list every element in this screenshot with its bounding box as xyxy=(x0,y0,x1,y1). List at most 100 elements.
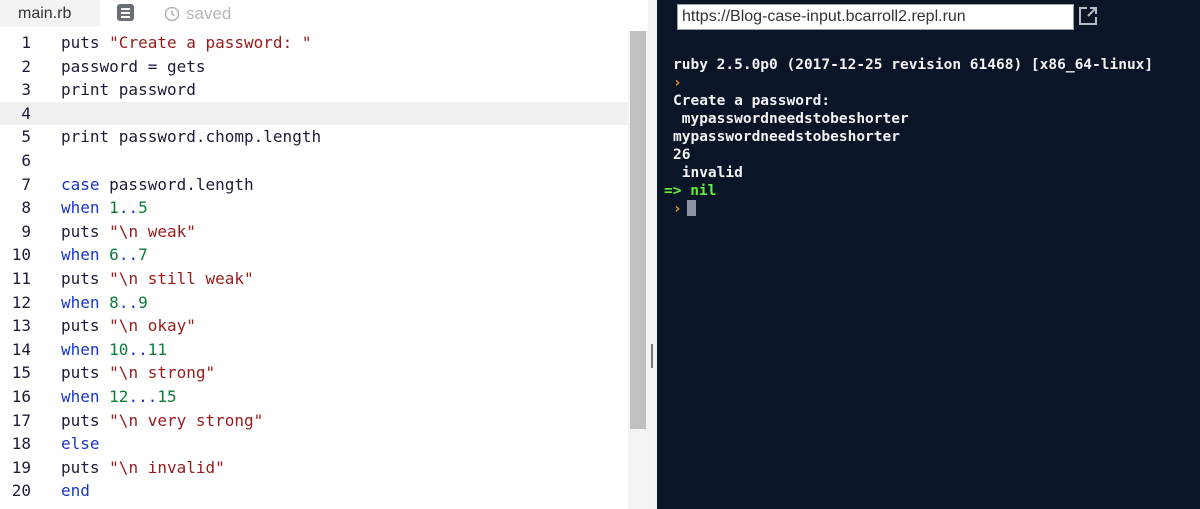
line-number: 14 xyxy=(11,339,31,359)
pane-divider[interactable] xyxy=(648,0,657,509)
code-line[interactable]: 10 when 6..7 xyxy=(0,243,628,267)
code-token: when xyxy=(61,198,100,218)
code-line[interactable]: 8 when 1..5 xyxy=(0,196,628,220)
code-token: 8 xyxy=(109,292,119,312)
console-pane[interactable]: https://Blog-case-input.bcarroll2.repl.r… xyxy=(657,0,1200,509)
open-in-new-tab-icon[interactable] xyxy=(1077,5,1099,27)
repl-url-field[interactable]: https://Blog-case-input.bcarroll2.repl.r… xyxy=(677,4,1074,30)
code-line[interactable]: 20 end xyxy=(0,479,628,503)
code-token: else xyxy=(61,434,100,454)
code-token: "\n invalid" xyxy=(109,457,225,477)
code-line[interactable]: 6 xyxy=(0,149,628,173)
line-number: 17 xyxy=(11,410,31,430)
code-line[interactable]: 9 puts "\n weak" xyxy=(0,220,628,244)
line-number: 11 xyxy=(11,268,31,288)
code-text: when 12...15 xyxy=(61,385,177,409)
result-line: => nil xyxy=(664,183,717,199)
code-token: 11 xyxy=(147,339,167,359)
console-output-line: 26 xyxy=(673,147,691,163)
code-line[interactable]: 2 password = gets xyxy=(0,55,628,79)
line-number: 7 xyxy=(21,174,31,194)
console-output-line: mypasswordneedstobeshorter xyxy=(673,129,900,145)
code-token: puts xyxy=(61,221,110,241)
line-number: 18 xyxy=(11,434,31,454)
code-text: password = gets xyxy=(61,55,206,79)
prompt-symbol: › xyxy=(673,201,682,217)
code-token: .. xyxy=(118,198,139,218)
code-line[interactable]: 17 puts "\n very strong" xyxy=(0,409,628,433)
code-line[interactable]: 12 when 8..9 xyxy=(0,291,628,315)
code-token: ... xyxy=(128,386,158,406)
code-text: when 6..7 xyxy=(61,243,148,267)
code-line[interactable]: 16 when 12...15 xyxy=(0,385,628,409)
code-line[interactable]: 13 puts "\n okay" xyxy=(0,314,628,338)
code-token: 7 xyxy=(138,245,148,265)
code-token: puts xyxy=(61,316,110,336)
code-text: print password xyxy=(61,78,196,102)
code-token: password = gets xyxy=(61,56,206,76)
code-token: when xyxy=(61,292,100,312)
file-tab-main-rb[interactable]: main.rb xyxy=(0,0,100,27)
code-line[interactable]: 3 print password xyxy=(0,78,628,102)
code-token: case xyxy=(61,174,100,194)
code-token: 9 xyxy=(138,292,148,312)
code-text: puts "\n strong" xyxy=(61,361,215,385)
code-line[interactable]: 5 print password.chomp.length xyxy=(0,125,628,149)
code-line[interactable]: 7 case password.length xyxy=(0,173,628,197)
code-token: .. xyxy=(128,339,148,359)
code-text: when 10..11 xyxy=(61,338,167,362)
saved-history-icon xyxy=(164,6,180,21)
code-token: 1 xyxy=(109,198,119,218)
line-number: 16 xyxy=(11,386,31,406)
code-line[interactable]: 15 puts "\n strong" xyxy=(0,361,628,385)
markdown-doc-icon[interactable] xyxy=(117,4,134,21)
code-text: print password.chomp.length xyxy=(61,125,321,149)
code-token: puts xyxy=(61,363,110,383)
editor-scroll-thumb[interactable] xyxy=(630,31,646,429)
code-token: "\n very strong" xyxy=(109,410,264,430)
code-token: 10 xyxy=(109,339,129,359)
code-line[interactable]: 1 puts "Create a password: " xyxy=(0,31,628,55)
line-number: 5 xyxy=(21,127,31,147)
ruby-version-line: ruby 2.5.0p0 (2017-12-25 revision 61468)… xyxy=(673,57,1154,73)
code-line[interactable]: 14 when 10..11 xyxy=(0,338,628,362)
code-token: end xyxy=(61,481,90,501)
editor-scrollbar[interactable] xyxy=(628,31,648,509)
code-text: else xyxy=(61,432,100,456)
console-output-line: invalid xyxy=(673,165,743,181)
code-token: puts xyxy=(61,33,110,52)
code-token: "\n weak" xyxy=(109,221,196,241)
code-line[interactable]: 18 else xyxy=(0,432,628,456)
line-number: 2 xyxy=(21,56,31,76)
code-token: 6 xyxy=(109,245,119,265)
code-line[interactable]: 4 xyxy=(0,101,628,126)
line-number: 9 xyxy=(21,221,31,241)
code-token: .. xyxy=(118,292,139,312)
code-line[interactable]: 19 puts "\n invalid" xyxy=(0,456,628,480)
code-token: puts xyxy=(61,457,110,477)
console-output[interactable]: ruby 2.5.0p0 (2017-12-25 revision 61468)… xyxy=(664,56,1200,218)
code-area[interactable]: 1 puts "Create a password: " 2 password = g… xyxy=(0,31,628,509)
code-token: "Create a password: " xyxy=(109,33,312,52)
text-cursor xyxy=(686,200,696,216)
divider-drag-handle[interactable] xyxy=(651,344,653,368)
prompt-line: › xyxy=(673,75,682,91)
code-token: 12 xyxy=(109,386,129,406)
code-text: puts "\n invalid" xyxy=(61,456,225,480)
code-token: when xyxy=(61,245,100,265)
code-token: "\n strong" xyxy=(109,363,216,383)
code-text: when 1..5 xyxy=(61,196,148,220)
code-token: print password.chomp.length xyxy=(61,127,322,147)
code-token: print password xyxy=(61,80,196,100)
code-line[interactable]: 11 puts "\n still weak" xyxy=(0,267,628,291)
code-text: end xyxy=(61,479,90,503)
code-editor-pane[interactable]: main.rb saved 1 puts "Create a password: … xyxy=(0,0,648,509)
code-text: puts "\n okay" xyxy=(61,314,196,338)
code-token: when xyxy=(61,386,100,406)
line-number: 1 xyxy=(21,33,31,52)
input-prompt-line[interactable]: › xyxy=(673,200,1200,218)
code-text: puts "Create a password: " xyxy=(61,31,311,55)
